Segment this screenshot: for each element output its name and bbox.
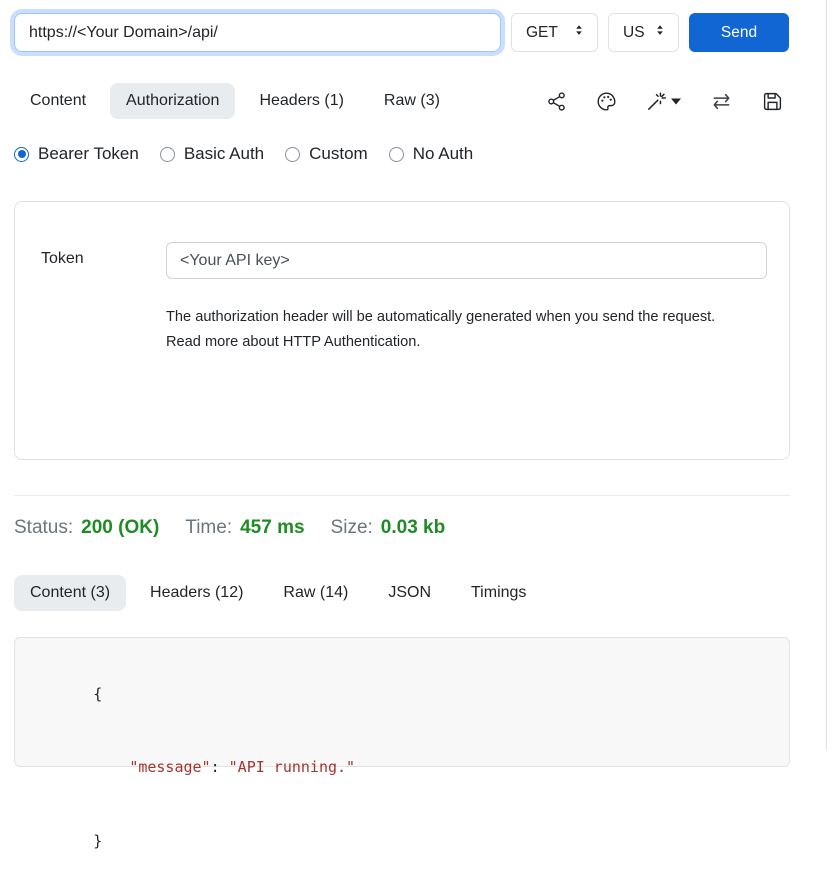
updown-arrows-icon	[572, 23, 586, 42]
time-value: 457 ms	[240, 517, 304, 539]
radio-bearer-token[interactable]: Bearer Token	[14, 144, 139, 164]
response-tab-json[interactable]: JSON	[372, 575, 447, 611]
radio-label: Basic Auth	[184, 144, 264, 164]
json-colon: :	[211, 758, 229, 776]
response-status-row: Status: 200 (OK) Time: 457 ms Size: 0.03…	[14, 517, 789, 539]
response-tabs-row: Content (3) Headers (12) Raw (14) JSON T…	[14, 575, 789, 611]
code-indent	[93, 758, 129, 776]
send-button[interactable]: Send	[689, 13, 789, 52]
size-value: 0.03 kb	[381, 517, 445, 539]
region-select-value: US	[623, 24, 645, 42]
time-pair: Time: 457 ms	[185, 517, 304, 539]
radio-circle	[389, 147, 404, 162]
radio-label: Custom	[309, 144, 368, 164]
token-input[interactable]	[166, 242, 767, 279]
method-select-value: GET	[526, 24, 558, 42]
region-select[interactable]: US	[608, 13, 679, 52]
status-pair: Status: 200 (OK)	[14, 517, 159, 539]
response-tab-timings[interactable]: Timings	[455, 575, 542, 611]
token-label: Token	[41, 242, 166, 459]
section-divider	[14, 495, 790, 496]
size-label: Size:	[331, 517, 373, 539]
token-helper-text: The authorization header will be automat…	[166, 305, 754, 355]
updown-arrows-icon	[653, 23, 667, 42]
share-icon[interactable]	[546, 91, 567, 112]
size-pair: Size: 0.03 kb	[331, 517, 446, 539]
api-tester-window: GET US Send Content Authorization Header…	[0, 0, 827, 750]
code-line-open: {	[39, 657, 789, 731]
tab-raw[interactable]: Raw (3)	[368, 83, 456, 119]
response-tab-headers[interactable]: Headers (12)	[134, 575, 259, 611]
method-select[interactable]: GET	[511, 13, 598, 52]
json-value: "API running."	[229, 758, 355, 776]
radio-no-auth[interactable]: No Auth	[389, 144, 474, 164]
magic-wand-icon[interactable]	[646, 91, 681, 112]
swap-icon[interactable]	[710, 91, 733, 112]
icon-toolbar	[546, 91, 789, 112]
code-line-close: }	[39, 804, 789, 878]
response-tab-raw[interactable]: Raw (14)	[267, 575, 364, 611]
status-label: Status:	[14, 517, 73, 539]
json-key: "message"	[129, 758, 210, 776]
token-panel: Token The authorization header will be a…	[14, 201, 790, 460]
radio-circle	[160, 147, 175, 162]
status-value: 200 (OK)	[81, 517, 159, 539]
response-tab-content[interactable]: Content (3)	[14, 575, 126, 611]
tab-content[interactable]: Content	[14, 83, 102, 119]
radio-basic-auth[interactable]: Basic Auth	[160, 144, 264, 164]
auth-options: Bearer Token Basic Auth Custom No Auth	[14, 144, 789, 164]
url-input[interactable]	[14, 13, 501, 52]
radio-custom[interactable]: Custom	[285, 144, 368, 164]
tab-authorization[interactable]: Authorization	[110, 83, 235, 119]
radio-circle	[285, 147, 300, 162]
time-label: Time:	[185, 517, 232, 539]
radio-label: No Auth	[413, 144, 474, 164]
request-bar: GET US Send	[14, 13, 789, 52]
save-icon[interactable]	[762, 91, 783, 112]
tab-headers[interactable]: Headers (1)	[243, 83, 359, 119]
radio-label: Bearer Token	[38, 144, 139, 164]
code-line-message: "message": "API running."	[39, 731, 789, 805]
response-body: { "message": "API running." }	[14, 637, 790, 767]
token-field-main: The authorization header will be automat…	[166, 242, 767, 459]
palette-icon[interactable]	[596, 91, 617, 112]
radio-circle	[14, 147, 29, 162]
request-tabs-row: Content Authorization Headers (1) Raw (3…	[14, 83, 789, 119]
